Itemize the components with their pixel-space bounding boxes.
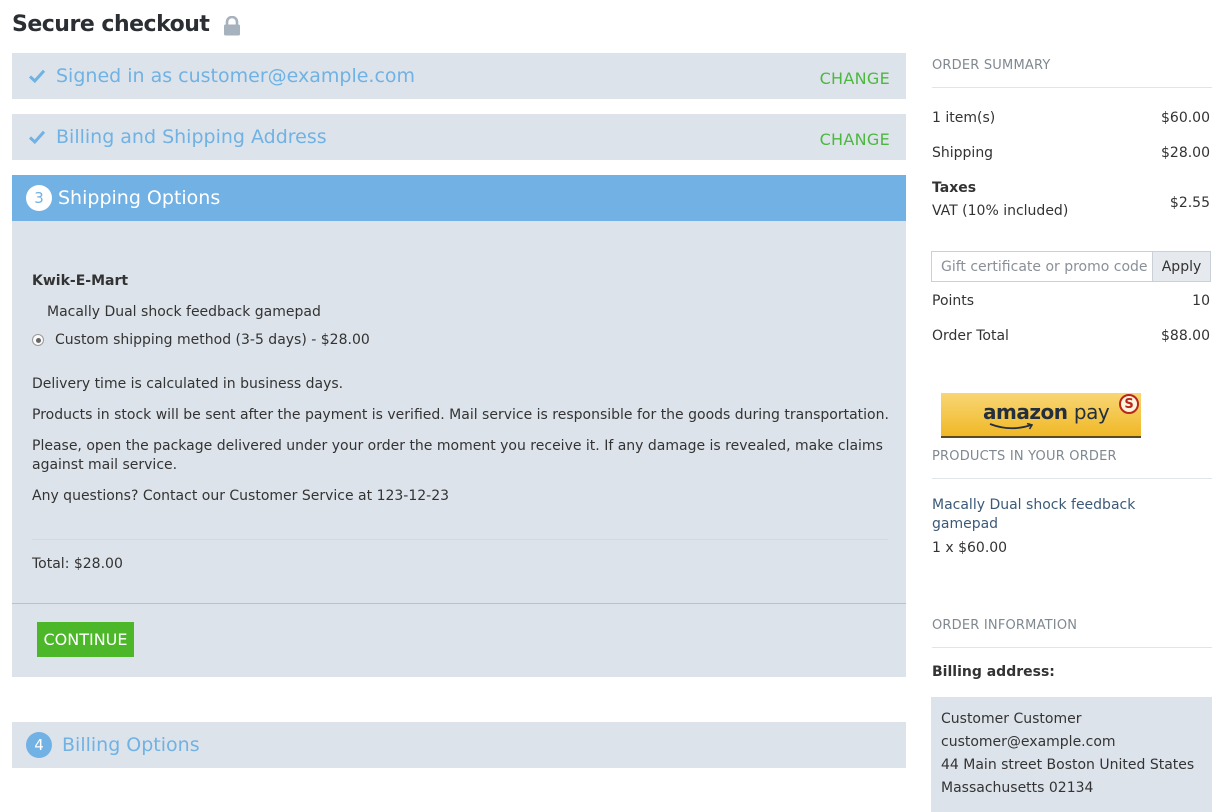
continue-button[interactable]: CONTINUE bbox=[37, 622, 134, 657]
divider bbox=[932, 87, 1212, 88]
shipping-product-name: Macally Dual shock feedback gamepad bbox=[47, 304, 321, 320]
items-value: $60.00 bbox=[1161, 110, 1210, 126]
billing-address-label: Billing address: bbox=[932, 664, 1055, 680]
items-label: 1 item(s) bbox=[932, 110, 996, 126]
address-line: Customer Customer bbox=[941, 711, 1082, 727]
summary-shipping-row: Shipping $28.00 bbox=[932, 145, 1210, 161]
order-info-heading: ORDER INFORMATION bbox=[932, 618, 1078, 633]
step-signed-in-title: Signed in as customer@example.com bbox=[56, 65, 416, 87]
order-summary-heading: ORDER SUMMARY bbox=[932, 58, 1051, 73]
shipping-total: Total: $28.00 bbox=[32, 556, 123, 572]
step-billing-title: Billing Options bbox=[62, 734, 200, 756]
points-label: Points bbox=[932, 293, 975, 309]
step-shipping-header: 3 Shipping Options bbox=[12, 175, 906, 237]
delivery-note: Any questions? Contact our Customer Serv… bbox=[32, 488, 450, 504]
step-signed-in: Signed in as customer@example.com CHANGE bbox=[12, 53, 906, 99]
divider bbox=[932, 478, 1212, 479]
address-line: customer@example.com bbox=[941, 734, 1116, 750]
page-title-text: Secure checkout bbox=[12, 12, 210, 37]
address-line: Massachusetts 02134 bbox=[941, 780, 1094, 796]
shipping-method-option[interactable]: Custom shipping method (3-5 days) - $28.… bbox=[32, 332, 370, 348]
shipping-value: $28.00 bbox=[1161, 145, 1210, 161]
summary-points-row: Points 10 bbox=[932, 293, 1210, 309]
summary-vat-row: VAT (10% included) $2.55 bbox=[932, 195, 1210, 219]
divider bbox=[32, 539, 888, 540]
delivery-note: Products in stock will be sent after the… bbox=[32, 407, 889, 423]
apply-promo-button[interactable]: Apply bbox=[1152, 251, 1211, 282]
vat-value: $2.55 bbox=[1169, 195, 1210, 211]
billing-address-box: Customer Customer customer@example.com 4… bbox=[931, 697, 1212, 812]
step-number-badge: 4 bbox=[26, 732, 52, 758]
step-number-badge: 3 bbox=[26, 185, 52, 211]
s-badge-icon: S bbox=[1119, 394, 1139, 414]
checkmark-icon bbox=[28, 67, 46, 85]
page-title: Secure checkout bbox=[12, 12, 241, 37]
step-billing[interactable]: 4 Billing Options bbox=[12, 722, 906, 768]
store-name: Kwik-E-Mart bbox=[32, 273, 129, 289]
shipping-method-radio[interactable] bbox=[32, 334, 44, 346]
lock-icon bbox=[223, 15, 241, 36]
checkmark-icon bbox=[28, 128, 46, 146]
shipping-options-panel: Kwik-E-Mart Macally Dual shock feedback … bbox=[12, 221, 906, 677]
summary-total-row: Order Total $88.00 bbox=[932, 328, 1210, 344]
change-account-link[interactable]: CHANGE bbox=[820, 69, 890, 88]
divider bbox=[932, 647, 1212, 648]
divider bbox=[12, 603, 906, 604]
summary-items-row: 1 item(s) $60.00 bbox=[932, 110, 1210, 126]
radio-dot bbox=[35, 337, 41, 343]
points-value: 10 bbox=[1192, 293, 1210, 309]
delivery-note: Please, open the package delivered under… bbox=[32, 438, 883, 473]
product-quantity-price: 1 x $60.00 bbox=[932, 540, 1008, 556]
address-line: 44 Main street Boston United States bbox=[941, 757, 1195, 773]
promo-code-input[interactable] bbox=[931, 251, 1152, 282]
shipping-label: Shipping bbox=[932, 145, 994, 161]
delivery-note: Delivery time is calculated in business … bbox=[32, 376, 344, 392]
amazon-smile-icon bbox=[989, 423, 1034, 430]
step-shipping-title: Shipping Options bbox=[58, 187, 221, 209]
change-address-link[interactable]: CHANGE bbox=[820, 130, 890, 149]
step-address-title: Billing and Shipping Address bbox=[56, 126, 327, 148]
vat-label: VAT (10% included) bbox=[932, 203, 1069, 219]
step-address: Billing and Shipping Address CHANGE bbox=[12, 114, 906, 160]
amazon-pay-logo: amazon pay bbox=[983, 400, 1110, 424]
order-total-value: $88.00 bbox=[1161, 328, 1210, 344]
amazon-pay-button[interactable]: amazon pay S bbox=[941, 393, 1141, 438]
promo-code-form: Apply bbox=[931, 251, 1211, 282]
product-link[interactable]: Macally Dual shock feedback gamepad bbox=[932, 496, 1142, 534]
order-total-label: Order Total bbox=[932, 328, 1009, 344]
products-heading: PRODUCTS IN YOUR ORDER bbox=[932, 449, 1117, 464]
taxes-label: Taxes bbox=[932, 180, 977, 196]
shipping-method-label: Custom shipping method (3-5 days) - $28.… bbox=[55, 332, 370, 348]
